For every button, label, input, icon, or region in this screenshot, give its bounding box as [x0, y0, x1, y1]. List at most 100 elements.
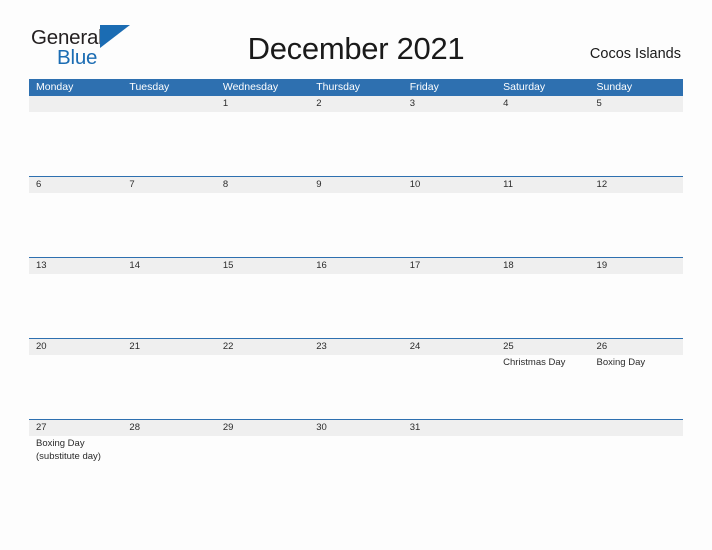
day-number[interactable]: 13: [29, 258, 122, 274]
day-cell[interactable]: [216, 274, 309, 338]
week-date-band: 12345: [29, 96, 683, 112]
weekday-header-row: Monday Tuesday Wednesday Thursday Friday…: [29, 79, 683, 96]
day-number[interactable]: 20: [29, 339, 122, 355]
week-date-band: 27 28 29 30 31: [29, 420, 683, 436]
day-number[interactable]: 3: [403, 96, 496, 112]
day-number[interactable]: 9: [309, 177, 402, 193]
week-date-band: 20 21 22 23 24 25 26: [29, 339, 683, 355]
day-cell[interactable]: [29, 355, 122, 419]
day-number[interactable]: 5: [590, 96, 683, 112]
page-header: General Blue December 2021 Cocos Islands: [0, 0, 712, 78]
day-number[interactable]: 11: [496, 177, 589, 193]
day-number[interactable]: 10: [403, 177, 496, 193]
day-number[interactable]: 1: [216, 96, 309, 112]
location-label: Cocos Islands: [589, 46, 681, 62]
calendar-week-row: 13 14 15 16 17 18 19: [29, 257, 683, 338]
day-cell[interactable]: [29, 193, 122, 257]
calendar-week-row: 6 7 8 9 10 11 12: [29, 176, 683, 257]
day-cell[interactable]: [216, 436, 309, 494]
day-number[interactable]: 17: [403, 258, 496, 274]
day-number[interactable]: 26: [590, 339, 683, 355]
weekday-header-sunday: Sunday: [596, 81, 633, 93]
day-cell[interactable]: [309, 274, 402, 338]
day-number[interactable]: 16: [309, 258, 402, 274]
day-cell[interactable]: Boxing Day: [590, 355, 683, 419]
day-number[interactable]: 12: [590, 177, 683, 193]
day-cell: [496, 436, 589, 494]
day-cell[interactable]: [403, 274, 496, 338]
weekday-header-saturday: Saturday: [503, 81, 546, 93]
day-number[interactable]: 24: [403, 339, 496, 355]
day-number[interactable]: 30: [309, 420, 402, 436]
calendar-week-row: 20 21 22 23 24 25 26 Christmas Day Boxing Day: [29, 338, 683, 419]
day-cell[interactable]: Christmas Day: [496, 355, 589, 419]
week-event-band: [29, 112, 683, 176]
weekday-header-monday: Monday: [36, 81, 74, 93]
day-cell[interactable]: [403, 193, 496, 257]
day-cell[interactable]: [309, 193, 402, 257]
holiday-label: (substitute day): [36, 450, 101, 462]
day-cell[interactable]: [309, 112, 402, 176]
day-number[interactable]: 7: [122, 177, 215, 193]
day-number[interactable]: 18: [496, 258, 589, 274]
day-cell[interactable]: [216, 355, 309, 419]
day-number[interactable]: 27: [29, 420, 122, 436]
day-cell[interactable]: [403, 436, 496, 494]
day-cell[interactable]: [590, 112, 683, 176]
week-event-band: Boxing Day (substitute day): [29, 436, 683, 494]
holiday-label: Christmas Day: [503, 357, 566, 368]
day-number[interactable]: 25: [496, 339, 589, 355]
day-cell: [122, 112, 215, 176]
week-event-band: [29, 193, 683, 257]
day-cell[interactable]: [403, 355, 496, 419]
day-number[interactable]: 31: [403, 420, 496, 436]
day-cell: [590, 436, 683, 494]
day-cell[interactable]: [403, 112, 496, 176]
day-number[interactable]: 23: [309, 339, 402, 355]
day-number[interactable]: 2: [309, 96, 402, 112]
day-cell[interactable]: [309, 355, 402, 419]
day-cell[interactable]: [122, 436, 215, 494]
week-event-band: [29, 274, 683, 338]
day-number-empty: [122, 96, 215, 112]
day-cell[interactable]: [216, 193, 309, 257]
day-number[interactable]: 22: [216, 339, 309, 355]
day-number[interactable]: 14: [122, 258, 215, 274]
day-number[interactable]: 6: [29, 177, 122, 193]
weekday-header-thursday: Thursday: [316, 81, 361, 93]
holiday-label: Boxing Day: [596, 357, 646, 368]
week-event-band: Christmas Day Boxing Day: [29, 355, 683, 419]
day-cell[interactable]: [496, 274, 589, 338]
day-cell[interactable]: [590, 193, 683, 257]
day-cell[interactable]: Boxing Day (substitute day): [29, 436, 122, 494]
day-number[interactable]: 28: [122, 420, 215, 436]
day-cell[interactable]: [309, 436, 402, 494]
day-cell[interactable]: [122, 355, 215, 419]
day-number[interactable]: 29: [216, 420, 309, 436]
day-number[interactable]: 4: [496, 96, 589, 112]
day-number[interactable]: 8: [216, 177, 309, 193]
day-cell[interactable]: [122, 193, 215, 257]
day-cell[interactable]: [29, 274, 122, 338]
week-date-band: 13 14 15 16 17 18 19: [29, 258, 683, 274]
day-number-empty: [29, 96, 122, 112]
calendar-week-row: 27 28 29 30 31 Boxing Day (substitute day): [29, 419, 683, 494]
weekday-header-wednesday: Wednesday: [222, 81, 279, 93]
calendar-week-row: 12345: [29, 96, 683, 176]
day-cell[interactable]: [590, 274, 683, 338]
day-cell[interactable]: [496, 112, 589, 176]
weekday-header-friday: Friday: [409, 81, 439, 93]
weekday-header-tuesday: Tuesday: [129, 81, 170, 93]
day-number[interactable]: 21: [122, 339, 215, 355]
calendar-weeks: 1 2 3 4 5 6 7 8 9 10 11 12 13 14 15 16 17 18 19 20 21 22 23 24 2…: [29, 96, 683, 494]
day-number[interactable]: 15: [216, 258, 309, 274]
calendar-grid: Monday Tuesday Wednesday Thursday Friday…: [29, 79, 683, 494]
day-cell: [29, 112, 122, 176]
day-cell[interactable]: [122, 274, 215, 338]
holiday-label: Boxing Day: [36, 438, 85, 449]
day-number-empty: [496, 420, 589, 436]
day-cell[interactable]: [216, 112, 309, 176]
day-cell[interactable]: [496, 193, 589, 257]
day-number[interactable]: 19: [590, 258, 683, 274]
week-date-band: 6 7 8 9 10 11 12: [29, 177, 683, 193]
